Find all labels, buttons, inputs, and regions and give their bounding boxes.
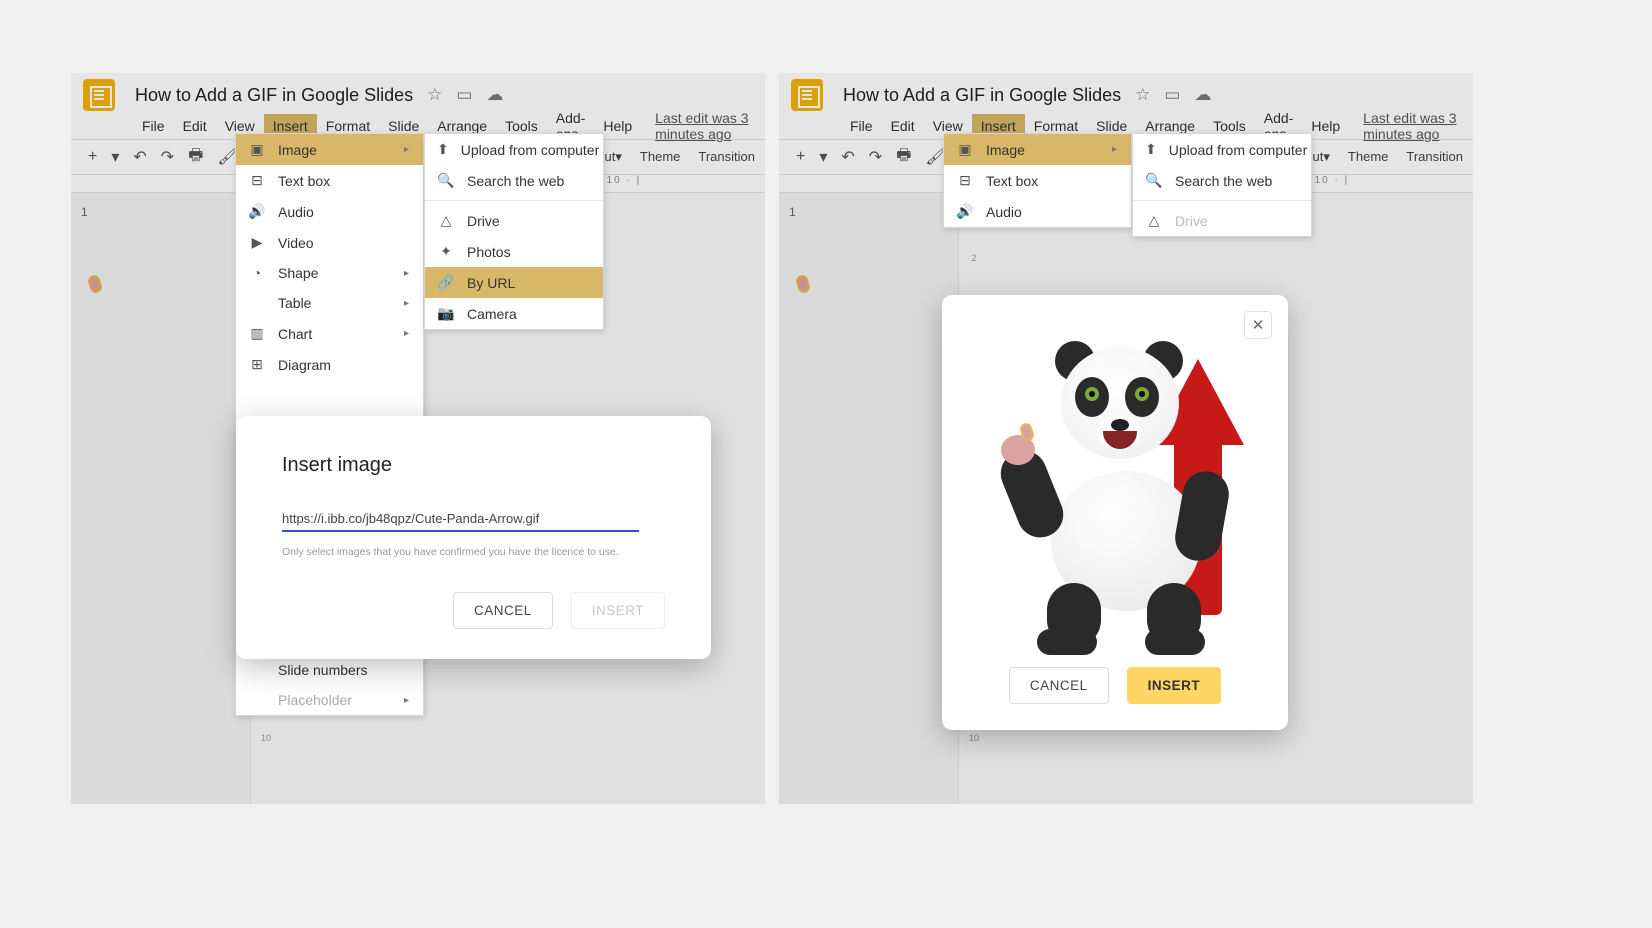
new-slide-button[interactable]: + [789, 144, 812, 170]
image-drive[interactable]: △Drive [1133, 205, 1311, 236]
audio-icon: 🔊 [248, 203, 266, 220]
insert-image-preview-dialog: ✕ CANCEL INSERT [942, 295, 1288, 730]
image-submenu: ⬆Upload from computer 🔍Search the web △D… [424, 133, 604, 330]
image-search-web[interactable]: 🔍Search the web [1133, 165, 1311, 196]
chart-icon: ▥ [248, 325, 266, 342]
insert-slide-numbers[interactable]: Slide numbers [236, 655, 423, 685]
drive-icon: △ [437, 212, 455, 229]
slides-logo [83, 79, 115, 111]
menu-file[interactable]: File [841, 114, 882, 138]
image-search-web[interactable]: 🔍Search the web [425, 165, 603, 196]
photos-icon: ✦ [437, 243, 455, 260]
redo-button[interactable]: ↷ [154, 143, 181, 171]
last-edit-link[interactable]: Last edit was 3 minutes ago [1363, 110, 1461, 142]
transition-button[interactable]: Transition [1406, 149, 1463, 165]
insert-placeholder: Placeholder▸ [236, 685, 423, 715]
insert-button[interactable]: INSERT [571, 592, 665, 629]
camera-icon: 📷 [437, 305, 455, 322]
insert-image[interactable]: ▣Image▸ [236, 134, 423, 165]
transition-button[interactable]: Transition [698, 149, 755, 165]
textbox-icon: ⊟ [956, 172, 974, 189]
undo-button[interactable]: ↶ [126, 143, 153, 171]
cloud-icon[interactable]: ☁ [1194, 85, 1211, 105]
image-photos[interactable]: ✦Photos [425, 236, 603, 267]
new-slide-dropdown[interactable]: ▾ [812, 143, 834, 171]
insert-audio[interactable]: 🔊Audio [944, 196, 1131, 227]
image-upload[interactable]: ⬆Upload from computer [1133, 134, 1311, 165]
print-button[interactable]: 🖶 [181, 140, 210, 175]
undo-button[interactable]: ↶ [834, 143, 861, 171]
image-by-url[interactable]: 🔗By URL [425, 267, 603, 298]
diagram-icon: ⊞ [248, 356, 266, 373]
menu-edit[interactable]: Edit [882, 114, 924, 138]
image-url-input[interactable] [282, 507, 639, 532]
video-icon: ▶ [248, 234, 266, 251]
insert-button[interactable]: INSERT [1127, 667, 1222, 704]
dialog-title: Insert image [282, 454, 665, 477]
image-icon: ▣ [248, 141, 266, 158]
doc-title[interactable]: How to Add a GIF in Google Slides [135, 85, 413, 106]
menu-file[interactable]: File [133, 114, 174, 138]
insert-textbox[interactable]: ⊟Text box [236, 165, 423, 196]
panda-arrow-image [1003, 341, 1228, 641]
star-icon[interactable]: ☆ [1135, 85, 1150, 105]
move-icon[interactable]: ▭ [456, 85, 472, 105]
audio-icon: 🔊 [956, 203, 974, 220]
redo-button[interactable]: ↷ [862, 143, 889, 171]
search-icon: 🔍 [437, 172, 455, 189]
insert-video[interactable]: ▶Video [236, 227, 423, 258]
theme-button[interactable]: Theme [1348, 149, 1388, 165]
slide-thumbnail-1[interactable] [87, 274, 104, 295]
insert-table[interactable]: Table▸ [236, 288, 423, 318]
slides-logo [791, 79, 823, 111]
slide-number: 1 [789, 205, 796, 219]
last-edit-link[interactable]: Last edit was 3 minutes ago [655, 110, 753, 142]
upload-icon: ⬆ [1145, 141, 1157, 158]
doc-title[interactable]: How to Add a GIF in Google Slides [843, 85, 1121, 106]
menu-edit[interactable]: Edit [174, 114, 216, 138]
insert-diagram[interactable]: ⊞Diagram [236, 349, 423, 380]
cloud-icon[interactable]: ☁ [486, 85, 503, 105]
insert-shape[interactable]: ◔Shape▸ [236, 258, 423, 288]
slide-number: 1 [81, 205, 88, 219]
insert-textbox[interactable]: ⊟Text box [944, 165, 1131, 196]
slide-panel: 1 [779, 193, 959, 804]
image-camera[interactable]: 📷Camera [425, 298, 603, 329]
textbox-icon: ⊟ [248, 172, 266, 189]
image-icon: ▣ [956, 141, 974, 158]
dialog-hint: Only select images that you have confirm… [282, 546, 665, 558]
image-drive[interactable]: △Drive [425, 205, 603, 236]
move-icon[interactable]: ▭ [1164, 85, 1180, 105]
search-icon: 🔍 [1145, 172, 1163, 189]
insert-chart[interactable]: ▥Chart▸ [236, 318, 423, 349]
image-upload[interactable]: ⬆Upload from computer [425, 134, 603, 165]
cancel-button[interactable]: CANCEL [1009, 667, 1109, 704]
insert-dropdown: ▣Image▸ ⊟Text box 🔊Audio [943, 133, 1132, 228]
slide-thumbnail-1[interactable] [795, 274, 812, 295]
insert-image-dialog: Insert image Only select images that you… [236, 416, 711, 659]
link-icon: 🔗 [437, 274, 455, 291]
drive-icon: △ [1145, 212, 1163, 229]
theme-button[interactable]: Theme [640, 149, 680, 165]
insert-audio[interactable]: 🔊Audio [236, 196, 423, 227]
image-submenu: ⬆Upload from computer 🔍Search the web △D… [1132, 133, 1312, 237]
print-button[interactable]: 🖶 [889, 140, 918, 175]
cancel-button[interactable]: CANCEL [453, 592, 553, 629]
shape-icon: ◔ [248, 265, 266, 281]
new-slide-button[interactable]: + [81, 144, 104, 170]
slide-panel: 1 [71, 193, 251, 804]
new-slide-dropdown[interactable]: ▾ [104, 143, 126, 171]
upload-icon: ⬆ [437, 141, 449, 158]
insert-image[interactable]: ▣Image▸ [944, 134, 1131, 165]
image-preview [962, 331, 1268, 651]
star-icon[interactable]: ☆ [427, 85, 442, 105]
